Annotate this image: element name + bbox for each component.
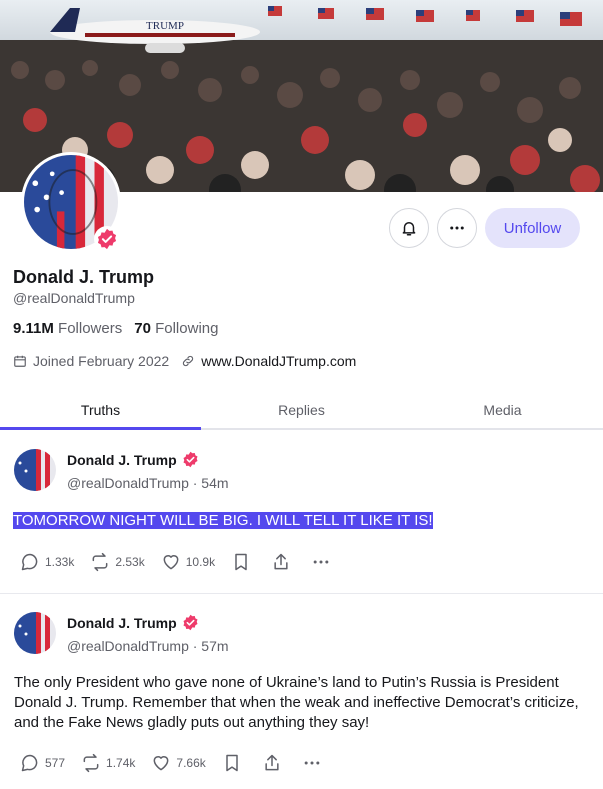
like-count: 7.66k xyxy=(176,756,206,770)
website-link[interactable]: www.DonaldJTrump.com xyxy=(201,353,356,369)
profile-tabs: Truths Replies Media xyxy=(0,392,603,430)
tab-truths[interactable]: Truths xyxy=(0,392,201,430)
notify-button[interactable] xyxy=(389,208,429,248)
more-icon xyxy=(313,560,329,564)
post-author[interactable]: Donald J. Trump xyxy=(67,451,199,468)
reply-button[interactable]: 577 xyxy=(20,753,65,773)
verified-badge xyxy=(94,226,120,252)
like-icon xyxy=(163,555,179,570)
retruth-count: 1.74k xyxy=(106,756,136,770)
post-more-button[interactable] xyxy=(311,552,331,572)
followers-link[interactable]: 9.11M Followers xyxy=(13,320,122,337)
post-text-selected: TOMORROW NIGHT WILL BE BIG. I WILL TELL … xyxy=(13,512,433,529)
banner-flags xyxy=(268,6,582,26)
like-button[interactable]: 7.66k xyxy=(151,753,206,773)
like-button[interactable]: 10.9k xyxy=(161,552,215,572)
post-avatar[interactable] xyxy=(14,449,56,491)
reply-count: 1.33k xyxy=(45,555,75,569)
reply-icon xyxy=(21,754,38,772)
bookmark-button[interactable] xyxy=(231,552,251,572)
following-label: Following xyxy=(155,320,219,337)
verified-icon xyxy=(97,228,117,250)
post-meta: @realDonaldTrump · 57m xyxy=(67,638,229,654)
post[interactable]: Donald J. Trump @realDonaldTrump · 57m T… xyxy=(0,595,603,789)
retruth-count: 2.53k xyxy=(115,555,145,569)
reply-button[interactable]: 1.33k xyxy=(20,552,74,572)
reply-icon xyxy=(21,553,38,571)
post-actions: 577 1.74k 7.66k xyxy=(20,753,322,773)
calendar-icon xyxy=(13,354,27,368)
retruth-icon xyxy=(83,753,99,773)
retruth-button[interactable]: 2.53k xyxy=(90,552,145,572)
post-author-name: Donald J. Trump xyxy=(67,451,177,468)
verified-icon xyxy=(183,451,198,468)
reply-count: 577 xyxy=(45,756,66,770)
more-icon xyxy=(450,226,464,230)
share-icon xyxy=(274,553,288,570)
joined-date: Joined February 2022 xyxy=(33,353,170,369)
bookmark-icon xyxy=(235,553,247,571)
profile-meta: Joined February 2022 www.DonaldJTrump.co… xyxy=(13,353,356,369)
post-author-name: Donald J. Trump xyxy=(67,614,177,631)
verified-icon xyxy=(183,614,198,631)
link-icon xyxy=(181,354,195,368)
post-text: TOMORROW NIGHT WILL BE BIG. I WILL TELL … xyxy=(13,511,433,530)
post-text: The only President who gave none of Ukra… xyxy=(14,674,579,731)
like-count: 10.9k xyxy=(185,555,216,569)
tab-media[interactable]: Media xyxy=(402,392,603,428)
bell-icon xyxy=(402,222,416,236)
retruth-button[interactable]: 1.74k xyxy=(81,753,135,773)
retruth-icon xyxy=(92,552,108,572)
profile-handle: @realDonaldTrump xyxy=(13,290,135,306)
post-actions: 1.33k 2.53k 10.9k xyxy=(20,552,331,572)
like-icon xyxy=(153,756,169,771)
post-author[interactable]: Donald J. Trump xyxy=(67,614,199,631)
banner-airplane: TRUMP xyxy=(50,8,260,53)
post-more-button[interactable] xyxy=(302,753,322,773)
avatar-image xyxy=(14,612,56,654)
post[interactable]: Donald J. Trump @realDonaldTrump · 54m T… xyxy=(0,432,603,594)
following-link[interactable]: 70 Following xyxy=(134,320,218,337)
bookmark-icon xyxy=(226,754,238,772)
share-icon xyxy=(265,754,279,771)
post-meta: @realDonaldTrump · 54m xyxy=(67,475,229,491)
share-button[interactable] xyxy=(271,552,291,572)
followers-count: 9.11M xyxy=(13,320,54,337)
following-count: 70 xyxy=(134,320,151,337)
profile-stats: 9.11M Followers 70 Following xyxy=(13,320,218,337)
banner-plane-text: TRUMP xyxy=(146,20,184,32)
unfollow-button[interactable]: Unfollow xyxy=(485,208,580,248)
post-avatar[interactable] xyxy=(14,612,56,654)
bookmark-button[interactable] xyxy=(222,753,242,773)
share-button[interactable] xyxy=(262,753,282,773)
tab-replies[interactable]: Replies xyxy=(201,392,402,428)
profile-name: Donald J. Trump xyxy=(13,267,155,287)
avatar-image xyxy=(14,449,56,491)
more-button[interactable] xyxy=(437,208,477,248)
more-icon xyxy=(304,761,320,765)
followers-label: Followers xyxy=(58,320,123,337)
